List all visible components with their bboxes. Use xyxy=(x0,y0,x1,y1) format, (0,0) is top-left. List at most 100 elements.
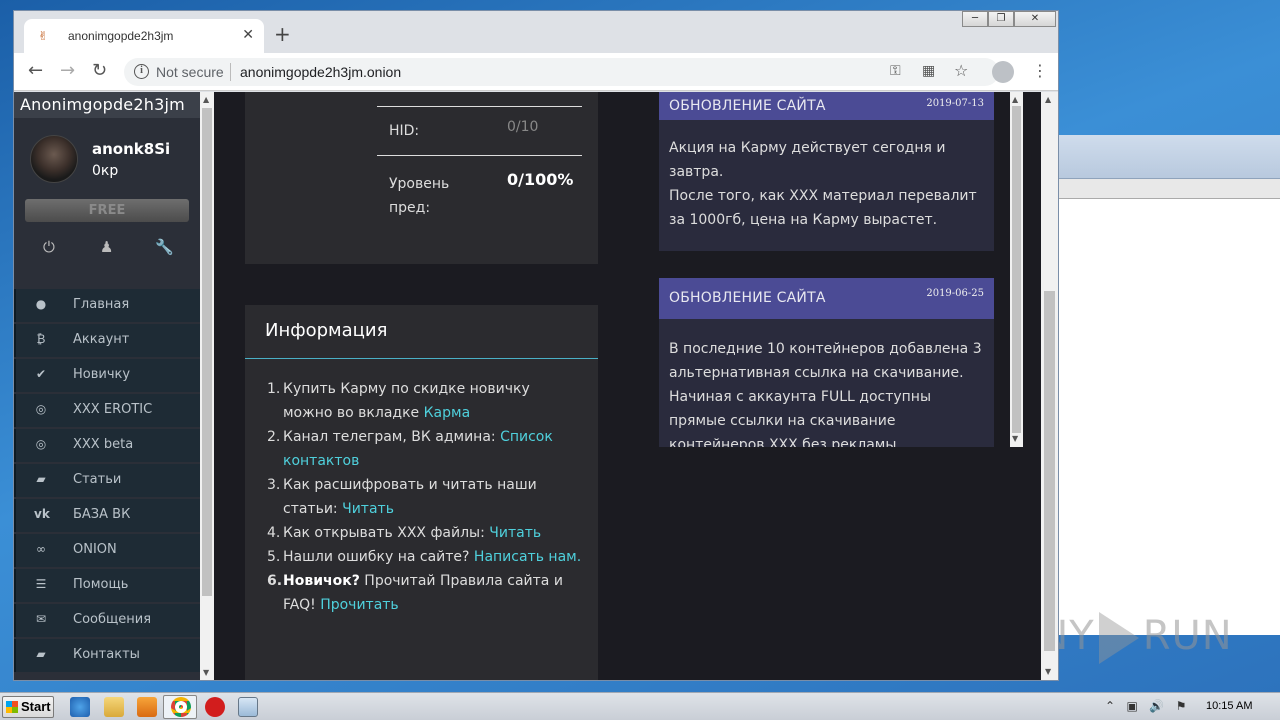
write-us-link[interactable]: Написать нам. xyxy=(474,549,581,565)
restore-button[interactable]: ❐ xyxy=(988,11,1014,27)
windows-logo-icon xyxy=(6,701,18,713)
address-bar[interactable]: i Not secure anonimgopde2h3jm.onion ⚿ ▦ … xyxy=(124,58,999,86)
sidebar-item-label: Аккаунт xyxy=(73,332,130,347)
avatar[interactable] xyxy=(30,135,78,183)
scroll-down-icon[interactable]: ▼ xyxy=(203,668,209,677)
page-viewport: Anonimgopde2h3jm anonk8Si 0кр FREE ⏻ ♟ 🔧… xyxy=(14,92,1058,680)
sidebar-item-articles[interactable]: ▰ Статьи xyxy=(14,464,200,497)
power-icon[interactable]: ⏻ xyxy=(43,238,55,256)
check-icon: ✔ xyxy=(35,367,47,381)
sidebar-item-messages[interactable]: ✉ Сообщения xyxy=(14,604,200,637)
item-bold-text: Новичок? xyxy=(283,573,360,589)
info-title: Информация xyxy=(265,320,388,341)
news-title: ОБНОВЛЕНИЕ САЙТА xyxy=(669,98,826,114)
user-icon[interactable]: ♟ xyxy=(100,238,113,256)
background-window-titlebar xyxy=(1059,135,1280,179)
key-icon[interactable]: ⚿ xyxy=(890,63,901,79)
read-link[interactable]: Читать xyxy=(342,501,394,517)
sidebar-scrollbar[interactable]: ▲ ▼ xyxy=(200,92,214,680)
envelope-icon: ✉ xyxy=(35,612,47,626)
media-player-icon[interactable] xyxy=(137,697,157,717)
level-label: Уровень пред: xyxy=(389,176,450,216)
minimize-button[interactable]: ─ xyxy=(962,11,988,27)
item-text: Канал телеграм, ВК админа: xyxy=(283,429,501,445)
sidebar-item-vk-base[interactable]: vk БАЗА ВК xyxy=(14,499,200,532)
reload-icon[interactable]: ↻ xyxy=(92,61,107,81)
sidebar-menu: ● Главная ₿ Аккаунт ✔ Новичку ◎ XXX EROT… xyxy=(14,289,200,674)
balance: 0кр xyxy=(92,163,119,179)
ie-icon[interactable] xyxy=(70,697,90,717)
network-icon[interactable]: ▣ xyxy=(1127,699,1138,713)
tab-close-icon[interactable]: ✕ xyxy=(242,27,254,43)
background-window[interactable] xyxy=(1058,135,1280,635)
forward-icon[interactable]: → xyxy=(60,61,75,81)
sidebar-item-label: XXX beta xyxy=(73,437,134,452)
start-button[interactable]: Start xyxy=(2,696,54,718)
opera-icon[interactable] xyxy=(205,697,225,717)
target-icon: ◎ xyxy=(35,437,47,451)
sidebar-item-xxx-erotic[interactable]: ◎ XXX EROTIC xyxy=(14,394,200,427)
item-text: Купить Карму по скидке новичку можно во … xyxy=(283,381,530,421)
volume-icon[interactable]: 🔊 xyxy=(1149,699,1164,713)
read-link[interactable]: Читать xyxy=(489,525,541,541)
chrome-icon[interactable] xyxy=(171,697,191,717)
menu-dots-icon[interactable]: ⋮ xyxy=(1032,61,1048,81)
list-item: 1. Купить Карму по скидке новичку можно в… xyxy=(267,377,583,425)
tab-title: anonimgopde2h3jm xyxy=(68,29,174,43)
sidebar-item-onion[interactable]: ∞ ONION xyxy=(14,534,200,567)
list-item: 2. Канал телеграм, ВК админа: Список конт… xyxy=(267,425,583,473)
item-text: Как открывать XXX файлы: xyxy=(283,525,490,541)
scroll-down-icon[interactable]: ▼ xyxy=(1012,434,1018,443)
news-scroll-thumb[interactable] xyxy=(1012,106,1021,433)
scroll-down-icon[interactable]: ▼ xyxy=(1045,667,1051,676)
username: anonk8Si xyxy=(92,140,171,158)
list-icon: ☰ xyxy=(35,577,47,591)
notepad-icon[interactable] xyxy=(238,697,258,717)
stats-panel: HID: 0/10 Уровень пред: 0/100% xyxy=(245,92,598,264)
back-icon[interactable]: ← xyxy=(28,61,43,81)
background-window-toolbar xyxy=(1059,179,1280,199)
info-header: Информация xyxy=(245,305,598,359)
new-tab-button[interactable]: + xyxy=(274,24,291,44)
circle-icon: ● xyxy=(35,297,47,311)
url-text[interactable]: anonimgopde2h3jm.onion xyxy=(240,64,401,80)
sidebar-item-label: ONION xyxy=(73,542,117,557)
site-title[interactable]: Anonimgopde2h3jm xyxy=(14,92,200,118)
sidebar-scroll-thumb[interactable] xyxy=(202,108,212,596)
sidebar-item-newbie[interactable]: ✔ Новичку xyxy=(14,359,200,392)
translate-icon[interactable]: ▦ xyxy=(922,63,935,79)
page-scroll-thumb[interactable] xyxy=(1044,291,1055,651)
news-body: В последние 10 контейнеров добавлена 3 а… xyxy=(669,341,982,447)
sidebar-item-home[interactable]: ● Главная xyxy=(14,289,200,322)
tray-chevron-icon[interactable]: ⌃ xyxy=(1105,699,1115,713)
info-list: 1. Купить Карму по скидке новичку можно в… xyxy=(267,377,583,617)
sidebar-item-help[interactable]: ☰ Помощь xyxy=(14,569,200,602)
news-scrollbar[interactable]: ▲ ▼ xyxy=(1010,92,1023,447)
folder-icon[interactable] xyxy=(104,697,124,717)
news-date: 2019-07-13 xyxy=(926,98,984,109)
sidebar-item-xxx-beta[interactable]: ◎ XXX beta xyxy=(14,429,200,462)
sidebar-item-contacts[interactable]: ▰ Контакты xyxy=(14,639,200,672)
read-rules-link[interactable]: Прочитать xyxy=(320,597,399,613)
star-icon[interactable]: ☆ xyxy=(954,61,968,80)
scroll-up-icon[interactable]: ▲ xyxy=(1045,95,1051,104)
scroll-up-icon[interactable]: ▲ xyxy=(203,95,209,104)
browser-tab[interactable]: ✌ anonimgopde2h3jm ✕ xyxy=(24,19,264,53)
news-title: ОБНОВЛЕНИЕ САЙТА xyxy=(669,290,826,306)
scroll-up-icon[interactable]: ▲ xyxy=(1012,95,1018,104)
list-item: 4. Как открывать XXX файлы: Читать xyxy=(267,521,583,545)
info-icon[interactable]: i xyxy=(134,64,149,79)
sidebar-item-account[interactable]: ₿ Аккаунт xyxy=(14,324,200,357)
sidebar: Anonimgopde2h3jm anonk8Si 0кр FREE ⏻ ♟ 🔧… xyxy=(14,92,200,680)
start-label: Start xyxy=(21,699,51,714)
page-scrollbar[interactable]: ▲ ▼ xyxy=(1041,92,1058,680)
wrench-icon[interactable]: 🔧 xyxy=(155,238,174,256)
taskbar: Start ⌃ ▣ 🔊 ⚑ 10:15 AM xyxy=(0,692,1280,720)
clock[interactable]: 10:15 AM xyxy=(1206,700,1252,712)
flag-icon[interactable]: ⚑ xyxy=(1176,699,1187,713)
close-window-button[interactable]: ✕ xyxy=(1014,11,1056,27)
hid-value: 0/10 xyxy=(507,119,539,135)
profile-avatar-icon[interactable] xyxy=(992,61,1014,83)
browser-window: ✌ anonimgopde2h3jm ✕ + ─ ❐ ✕ ← → ↻ i Not… xyxy=(13,10,1059,681)
karma-link[interactable]: Карма xyxy=(424,405,471,421)
